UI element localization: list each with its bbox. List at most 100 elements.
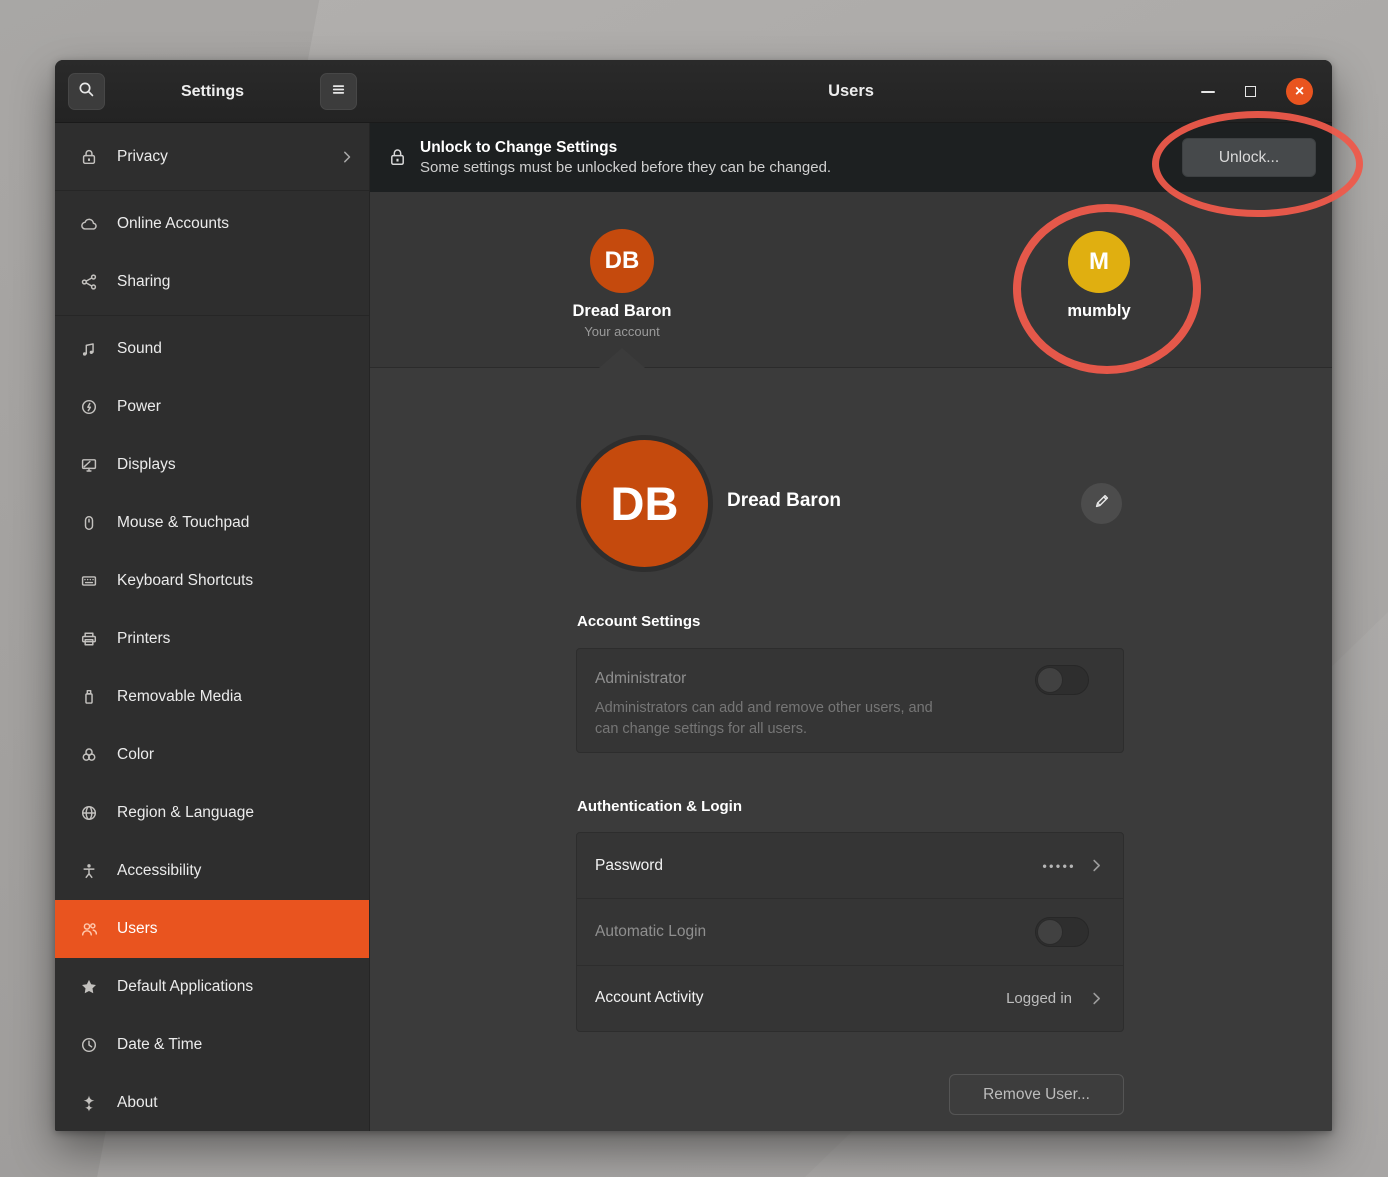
chevron-right-icon: [339, 149, 355, 165]
auth-row-value: Logged in: [1006, 990, 1072, 1007]
chevron-right-icon: [1088, 857, 1105, 874]
sidebar-item-label: Accessibility: [117, 862, 355, 880]
administrator-toggle[interactable]: [1035, 665, 1089, 695]
sidebar-item-label: Region & Language: [117, 804, 355, 822]
globe-icon: [79, 804, 98, 823]
toggle-knob: [1037, 667, 1063, 693]
user-detail-panel: DB Dread Baron Account Settings Administ…: [370, 368, 1332, 1131]
minimize-button[interactable]: [1201, 91, 1215, 93]
sidebar-item-printers[interactable]: Printers: [55, 610, 369, 668]
sidebar: Privacy Online Accounts Sharing Sound Power D…: [55, 123, 370, 1131]
sidebar-item-label: Power: [117, 398, 355, 416]
unlock-banner: Unlock to Change Settings Some settings …: [370, 123, 1332, 192]
account-settings-heading: Account Settings: [577, 613, 700, 630]
sidebar-item-online-accounts[interactable]: Online Accounts: [55, 195, 369, 253]
sidebar-item-label: Default Applications: [117, 978, 355, 996]
sidebar-item-label: Mouse & Touchpad: [117, 514, 355, 532]
lock-icon: [389, 148, 406, 167]
unlock-banner-text: Unlock to Change Settings Some settings …: [420, 138, 831, 178]
automatic-login-toggle[interactable]: [1035, 917, 1089, 947]
sidebar-item-keyboard-shortcuts[interactable]: Keyboard Shortcuts: [55, 552, 369, 610]
sidebar-item-label: About: [117, 1094, 355, 1112]
profile-name: Dread Baron: [727, 490, 841, 512]
auth-row-password[interactable]: Password•••••: [577, 833, 1123, 899]
clock-icon: [79, 1036, 98, 1055]
sidebar-item-label: Users: [117, 920, 355, 938]
maximize-button[interactable]: [1245, 86, 1256, 97]
close-button[interactable]: ×: [1286, 78, 1313, 105]
sidebar-item-label: Privacy: [117, 148, 339, 166]
display-icon: [79, 456, 98, 475]
carousel-user-name: mumbly: [1067, 302, 1130, 321]
settings-window: Settings Users × Privacy Online Accounts S…: [55, 60, 1332, 1131]
star-icon: [79, 978, 98, 997]
sidebar-item-users[interactable]: Users: [55, 900, 369, 958]
page-title: Users: [370, 60, 1332, 123]
avatar: DB: [590, 229, 654, 293]
sidebar-divider: [55, 190, 369, 191]
sidebar-item-about[interactable]: About: [55, 1074, 369, 1131]
sidebar-item-label: Displays: [117, 456, 355, 474]
sidebar-header: Settings: [55, 60, 370, 123]
sidebar-item-label: Color: [117, 746, 355, 764]
headerbar: Settings Users ×: [55, 60, 1332, 123]
pencil-icon: [1093, 492, 1111, 515]
hamburger-icon: [330, 81, 347, 103]
toggle-knob: [1037, 919, 1063, 945]
auth-row-value: •••••: [1042, 859, 1076, 873]
unlock-banner-subtitle: Some settings must be unlocked before th…: [420, 158, 831, 178]
auth-row-account-activity[interactable]: Account ActivityLogged in: [577, 966, 1123, 1031]
unlock-button[interactable]: Unlock...: [1182, 138, 1316, 177]
remove-user-button[interactable]: Remove User...: [949, 1074, 1124, 1115]
selected-user-pointer: [599, 348, 645, 368]
carousel-user-dread-baron[interactable]: DB Dread Baron Your account: [512, 192, 732, 339]
carousel-user-mumbly[interactable]: Mmumbly: [989, 192, 1209, 321]
sidebar-item-privacy[interactable]: Privacy: [55, 128, 369, 186]
media-icon: [79, 688, 98, 707]
sidebar-item-region-language[interactable]: Region & Language: [55, 784, 369, 842]
administrator-card: Administrator Administrators can add and…: [576, 648, 1124, 753]
window-controls: ×: [1201, 60, 1313, 123]
sidebar-item-sound[interactable]: Sound: [55, 320, 369, 378]
carousel-user-subtitle: Your account: [584, 324, 659, 339]
color-icon: [79, 746, 98, 765]
sidebar-item-default-applications[interactable]: Default Applications: [55, 958, 369, 1016]
sidebar-item-sharing[interactable]: Sharing: [55, 253, 369, 311]
sidebar-item-displays[interactable]: Displays: [55, 436, 369, 494]
sidebar-item-label: Sound: [117, 340, 355, 358]
auth-login-card: Password•••••Automatic LoginAccount Acti…: [576, 832, 1124, 1032]
edit-name-button[interactable]: [1081, 483, 1122, 524]
sidebar-item-accessibility[interactable]: Accessibility: [55, 842, 369, 900]
power-icon: [79, 398, 98, 417]
sidebar-divider: [55, 315, 369, 316]
sidebar-item-label: Printers: [117, 630, 355, 648]
auth-row-automatic-login[interactable]: Automatic Login: [577, 899, 1123, 965]
profile-avatar[interactable]: DB: [576, 435, 713, 572]
sidebar-item-label: Sharing: [117, 273, 355, 291]
chevron-right-icon: [1088, 990, 1105, 1007]
sidebar-item-color[interactable]: Color: [55, 726, 369, 784]
auth-login-heading: Authentication & Login: [577, 798, 742, 815]
sidebar-item-label: Date & Time: [117, 1036, 355, 1054]
lock-icon: [79, 148, 98, 167]
unlock-banner-title: Unlock to Change Settings: [420, 138, 831, 158]
sidebar-item-power[interactable]: Power: [55, 378, 369, 436]
mouse-icon: [79, 514, 98, 533]
sidebar-item-mouse-touchpad[interactable]: Mouse & Touchpad: [55, 494, 369, 552]
printer-icon: [79, 630, 98, 649]
sidebar-item-label: Keyboard Shortcuts: [117, 572, 355, 590]
sidebar-list: Privacy Online Accounts Sharing Sound Power D…: [55, 128, 369, 1131]
sidebar-item-date-time[interactable]: Date & Time: [55, 1016, 369, 1074]
carousel-user-name: Dread Baron: [572, 302, 671, 321]
main-panel: Unlock to Change Settings Some settings …: [370, 123, 1332, 1131]
user-carousel: DB Dread Baron Your account Mmumbly: [370, 192, 1332, 368]
auth-row-label: Password: [595, 857, 1042, 875]
administrator-description: Administrators can add and remove other …: [595, 698, 933, 740]
cloud-icon: [79, 215, 98, 234]
administrator-label: Administrator: [595, 670, 686, 688]
menu-button[interactable]: [320, 73, 357, 110]
sidebar-item-removable-media[interactable]: Removable Media: [55, 668, 369, 726]
sidebar-item-label: Removable Media: [117, 688, 355, 706]
auth-row-label: Account Activity: [595, 989, 1006, 1007]
users-icon: [79, 920, 98, 939]
